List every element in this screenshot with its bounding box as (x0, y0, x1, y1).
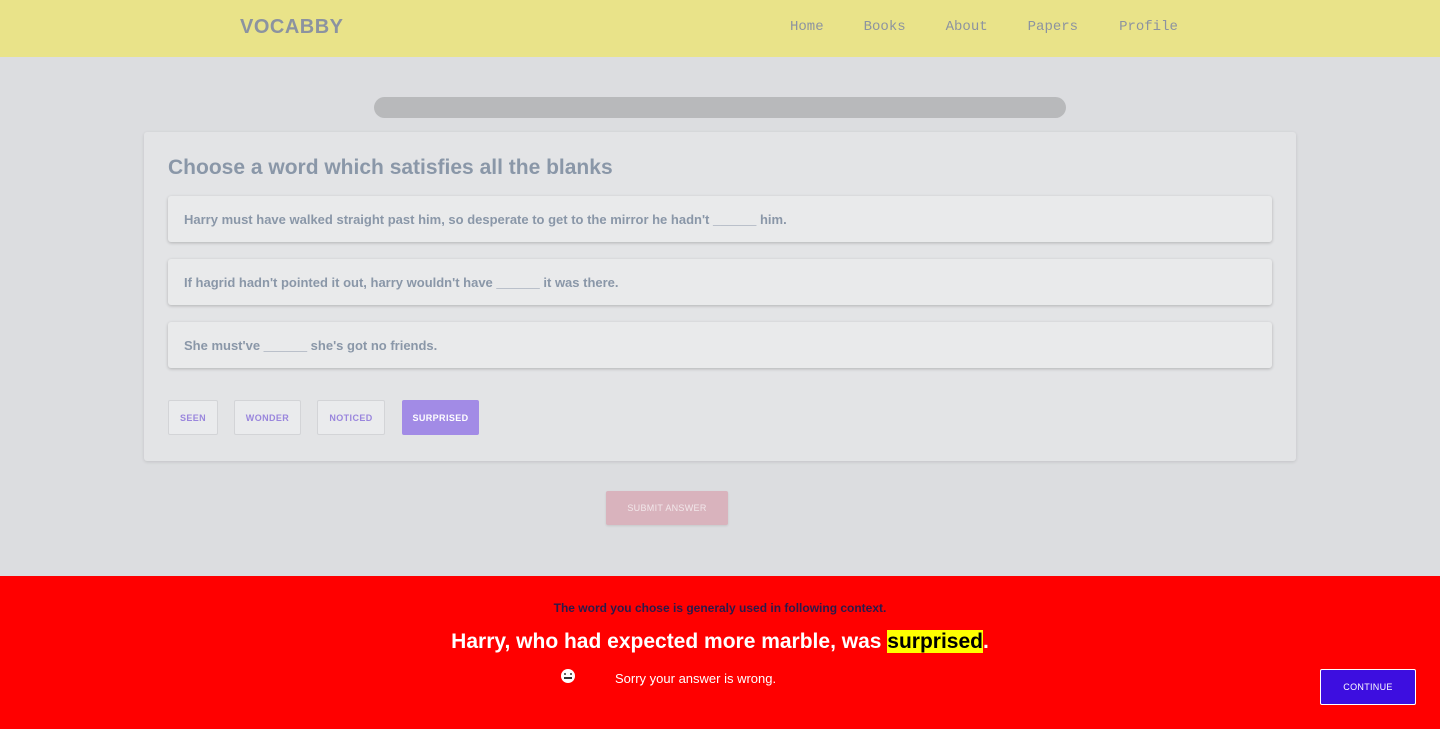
sentence-item: Harry must have walked straight past him… (168, 196, 1272, 242)
submit-answer-button[interactable]: SUBMIT ANSWER (606, 491, 728, 525)
nav-link-papers[interactable]: Papers (1028, 19, 1078, 35)
continue-button[interactable]: CONTINUE (1320, 669, 1416, 705)
nav-link-profile[interactable]: Profile (1119, 19, 1178, 35)
question-card: Choose a word which satisfies all the bl… (144, 132, 1296, 461)
feedback-banner: The word you chose is generaly used in f… (0, 576, 1440, 729)
progress-bar (374, 97, 1066, 118)
feedback-message: Sorry your answer is wrong. (615, 671, 777, 686)
example-highlighted-word: surprised (887, 630, 983, 653)
option-noticed-button[interactable]: NOTICED (317, 400, 385, 435)
sentence-item: She must've ______ she's got no friends. (168, 322, 1272, 368)
brand-logo[interactable]: VOCABBY (240, 16, 344, 39)
nav-link-home[interactable]: Home (790, 19, 824, 35)
sentence-item: If hagrid hadn't pointed it out, harry w… (168, 259, 1272, 305)
question-title: Choose a word which satisfies all the bl… (168, 156, 613, 179)
example-after: . (982, 630, 989, 653)
example-before: Harry, who had expected more marble, was (451, 630, 888, 653)
option-surprised-button[interactable]: SURPRISED (402, 400, 479, 435)
option-wonder-button[interactable]: WONDER (234, 400, 301, 435)
option-seen-button[interactable]: SEEN (168, 400, 218, 435)
feedback-context-text: The word you chose is generaly used in f… (553, 601, 887, 615)
navbar: VOCABBY Home Books About Papers Profile (0, 0, 1440, 57)
nav-link-about[interactable]: About (946, 19, 988, 35)
feedback-example-sentence: Harry, who had expected more marble, was… (0, 630, 1440, 654)
page: VOCABBY Home Books About Papers Profile … (0, 0, 1440, 729)
nav-links: Home Books About Papers Profile (790, 19, 1178, 35)
neutral-face-icon (561, 669, 575, 683)
nav-link-books[interactable]: Books (864, 19, 906, 35)
answer-options: SEEN WONDER NOTICED SURPRISED (168, 400, 479, 435)
